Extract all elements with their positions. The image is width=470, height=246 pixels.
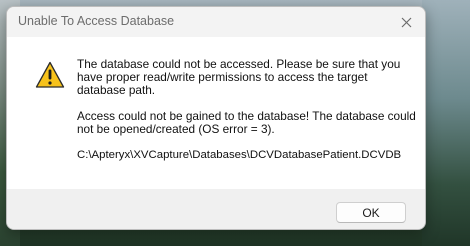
- error-dialog: Unable To Access Database The database c…: [6, 6, 426, 230]
- dialog-title: Unable To Access Database: [18, 14, 175, 28]
- close-button[interactable]: [395, 11, 417, 33]
- message-text: The database could not be accessed. Plea…: [77, 58, 417, 175]
- dialog-footer: OK: [7, 189, 425, 229]
- warning-icon: [35, 61, 65, 88]
- close-icon: [401, 17, 411, 27]
- message-line: Access could not be gained to the databa…: [77, 109, 416, 136]
- database-path: C:\Apteryx\XVCapture\Databases\DCVDataba…: [77, 149, 402, 161]
- dialog-titlebar[interactable]: Unable To Access Database: [7, 7, 425, 37]
- ok-button[interactable]: OK: [336, 202, 406, 223]
- dialog-content: The database could not be accessed. Plea…: [7, 37, 425, 189]
- message-line: The database could not be accessed. Plea…: [77, 57, 401, 97]
